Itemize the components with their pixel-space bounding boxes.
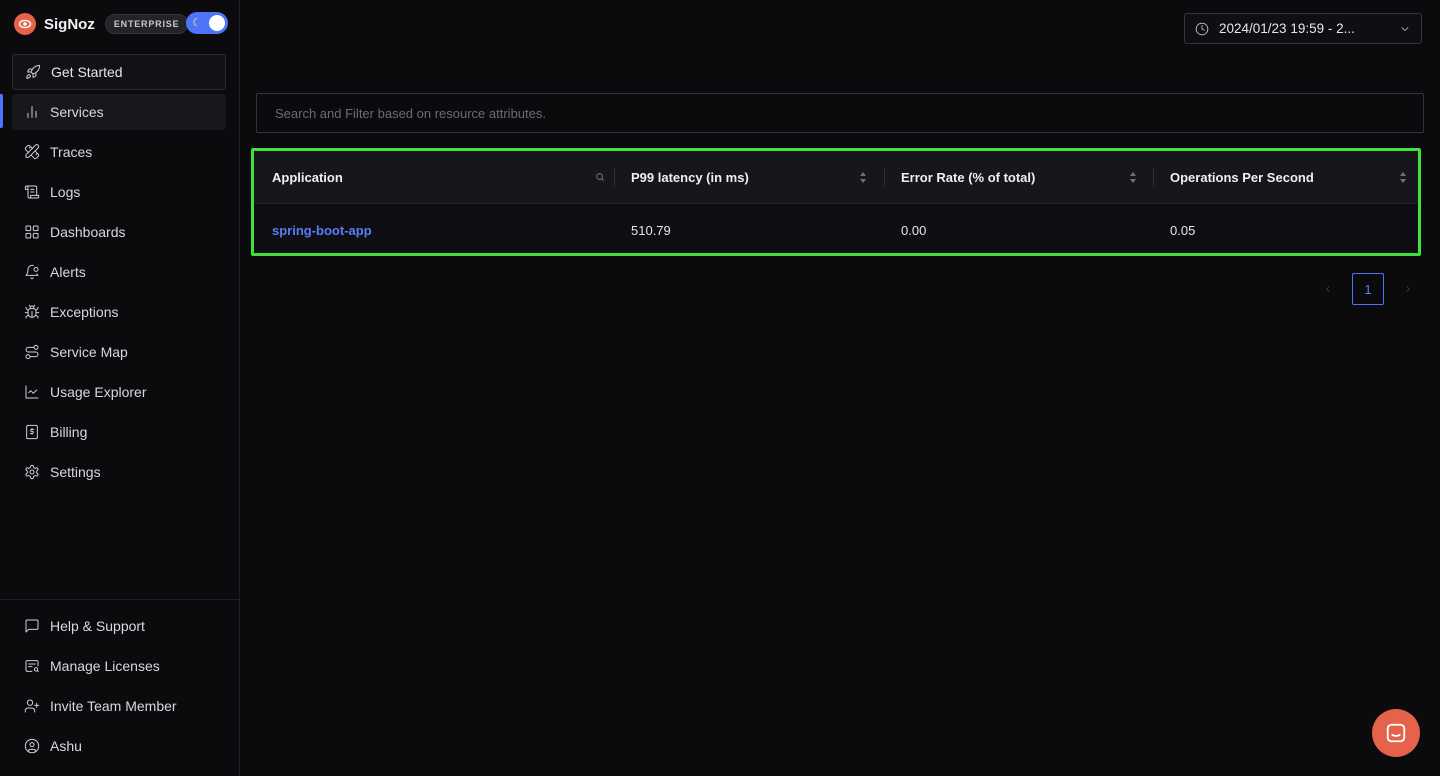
- bar-chart-icon: [24, 104, 40, 120]
- chevron-left-icon: [1326, 286, 1330, 292]
- sidebar-item-label: Dashboards: [50, 224, 126, 240]
- sidebar-item-logs[interactable]: Logs: [12, 174, 226, 210]
- sidebar-item-label: Ashu: [50, 738, 82, 754]
- chat-icon: [1386, 723, 1406, 743]
- chevron-right-icon: [1406, 286, 1410, 292]
- resource-attribute-search-input[interactable]: [256, 93, 1424, 133]
- sidebar-item-label: Traces: [50, 144, 93, 160]
- column-header-label: Error Rate (% of total): [901, 170, 1036, 185]
- sidebar-item-usage-explorer[interactable]: Usage Explorer: [12, 374, 226, 410]
- sidebar: SigNoz ENTERPRISE ☾ Get Started Services…: [0, 0, 240, 776]
- sidebar-item-label: Exceptions: [50, 304, 119, 320]
- shield-key-icon: [24, 658, 40, 674]
- sort-icon[interactable]: [859, 171, 867, 184]
- sidebar-item-traces[interactable]: Traces: [12, 134, 226, 170]
- line-chart-icon: [24, 384, 40, 400]
- column-header-label: Operations Per Second: [1170, 170, 1314, 185]
- pagination-page-button[interactable]: 1: [1352, 273, 1384, 305]
- pagination-next-button[interactable]: [1400, 281, 1416, 297]
- pencil-ruler-icon: [24, 144, 40, 160]
- bug-icon: [24, 304, 40, 320]
- sidebar-item-label: Logs: [50, 184, 81, 200]
- get-started-label: Get Started: [51, 64, 123, 80]
- sidebar-item-alerts[interactable]: Alerts: [12, 254, 226, 290]
- scroll-text-icon: [24, 184, 40, 200]
- cell-error-rate: 0.00: [901, 222, 927, 238]
- column-header-application[interactable]: Application: [272, 151, 617, 204]
- sidebar-item-settings[interactable]: Settings: [12, 454, 226, 490]
- toggle-knob: [209, 15, 225, 31]
- sidebar-divider: [0, 599, 239, 600]
- sidebar-item-help-support[interactable]: Help & Support: [12, 608, 226, 644]
- signoz-logo-icon: [14, 13, 36, 35]
- time-range-picker[interactable]: 2024/01/23 19:59 - 2...: [1184, 13, 1422, 44]
- column-header-label: Application: [272, 170, 343, 185]
- brand[interactable]: SigNoz ENTERPRISE: [14, 12, 189, 36]
- service-link[interactable]: spring-boot-app: [272, 223, 372, 238]
- edition-badge: ENTERPRISE: [104, 14, 189, 34]
- route-icon: [24, 344, 40, 360]
- active-indicator: [0, 94, 3, 128]
- sidebar-item-label: Services: [50, 104, 104, 120]
- cell-ops-per-second: 0.05: [1170, 222, 1196, 238]
- sidebar-item-label: Manage Licenses: [50, 658, 160, 674]
- sort-icon[interactable]: [1399, 171, 1407, 184]
- message-square-icon: [24, 618, 40, 634]
- sidebar-item-label: Settings: [50, 464, 101, 480]
- column-header-p99-latency[interactable]: P99 latency (in ms): [631, 151, 886, 204]
- column-header-error-rate[interactable]: Error Rate (% of total): [901, 151, 1156, 204]
- time-range-value: 2024/01/23 19:59 - 2...: [1219, 21, 1355, 36]
- support-chat-button[interactable]: [1372, 709, 1420, 757]
- cell-application[interactable]: spring-boot-app: [272, 204, 372, 253]
- sidebar-item-label: Billing: [50, 424, 88, 440]
- get-started-button[interactable]: Get Started: [12, 54, 226, 90]
- moon-icon: ☾: [192, 17, 202, 29]
- sidebar-item-manage-licenses[interactable]: Manage Licenses: [12, 648, 226, 684]
- table-header: Application P99 latency (in ms) Error Ra…: [254, 151, 1418, 204]
- services-table: Application P99 latency (in ms) Error Ra…: [251, 148, 1421, 256]
- column-separator: [884, 151, 885, 204]
- clock-icon: [1195, 22, 1209, 35]
- sidebar-item-services[interactable]: Services: [12, 94, 226, 130]
- sidebar-item-invite-team-member[interactable]: Invite Team Member: [12, 688, 226, 724]
- pagination-prev-button[interactable]: [1320, 281, 1336, 297]
- column-header-ops-per-second[interactable]: Operations Per Second: [1170, 151, 1415, 204]
- receipt-icon: [24, 424, 40, 440]
- gear-icon: [24, 464, 40, 480]
- user-circle-icon: [24, 738, 40, 754]
- sidebar-item-service-map[interactable]: Service Map: [12, 334, 226, 370]
- cell-p99-latency: 510.79: [631, 222, 671, 238]
- sidebar-item-dashboards[interactable]: Dashboards: [12, 214, 226, 250]
- column-header-label: P99 latency (in ms): [631, 170, 749, 185]
- brand-name: SigNoz: [44, 15, 95, 33]
- sidebar-item-user-profile[interactable]: Ashu: [12, 728, 226, 764]
- bell-dot-icon: [24, 264, 40, 280]
- theme-toggle[interactable]: ☾: [186, 12, 228, 34]
- layout-grid-icon: [24, 224, 40, 240]
- sidebar-item-label: Usage Explorer: [50, 384, 147, 400]
- sidebar-item-label: Help & Support: [50, 618, 145, 634]
- sidebar-item-billing[interactable]: Billing: [12, 414, 226, 450]
- chevron-down-icon: [1401, 26, 1409, 31]
- sidebar-item-exceptions[interactable]: Exceptions: [12, 294, 226, 330]
- sidebar-item-label: Invite Team Member: [50, 698, 177, 714]
- sidebar-item-label: Service Map: [50, 344, 128, 360]
- user-plus-icon: [24, 698, 40, 714]
- search-icon[interactable]: [595, 172, 605, 182]
- column-separator: [614, 151, 615, 204]
- column-separator: [1153, 151, 1154, 204]
- sidebar-item-label: Alerts: [50, 264, 86, 280]
- sort-icon[interactable]: [1129, 171, 1137, 184]
- rocket-icon: [25, 64, 41, 80]
